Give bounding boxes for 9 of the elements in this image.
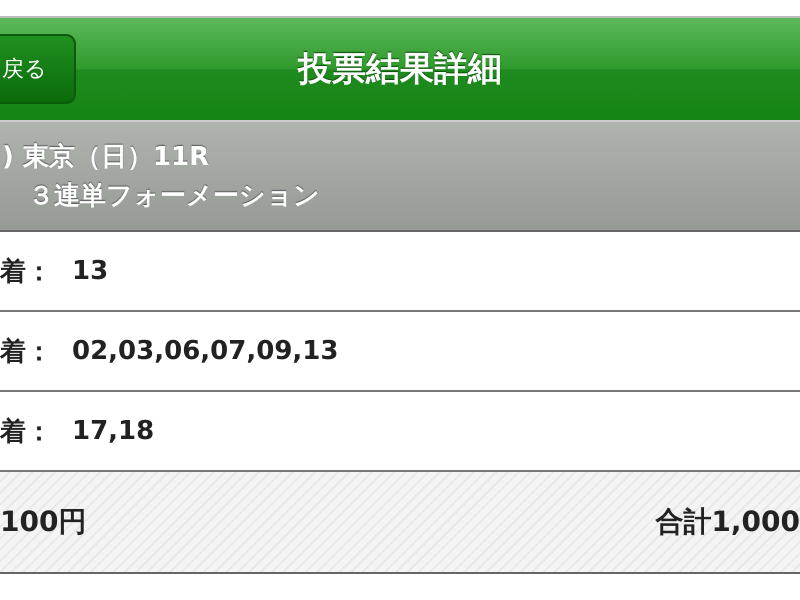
horse-numbers: 17,18 bbox=[72, 416, 154, 446]
unit-price: 100円 bbox=[0, 504, 86, 540]
horse-numbers: 13 bbox=[72, 256, 108, 286]
page-title: 投票結果詳細 bbox=[298, 48, 502, 91]
total-amount: 合計1,000 bbox=[655, 504, 800, 540]
horse-numbers: 02,03,06,07,09,13 bbox=[72, 336, 338, 366]
race-venue: ) 東京（日）11R bbox=[1, 141, 210, 174]
back-button[interactable]: 戻る bbox=[0, 34, 76, 104]
bet-type: ３連単フォーメーション bbox=[27, 180, 321, 213]
